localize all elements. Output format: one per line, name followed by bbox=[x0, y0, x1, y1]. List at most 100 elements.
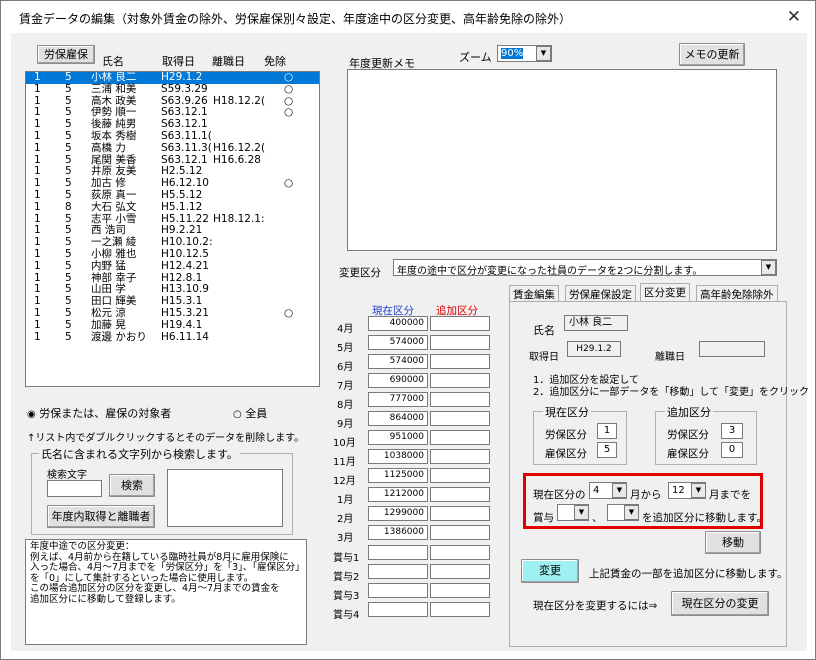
added-amount-field[interactable] bbox=[430, 354, 490, 369]
add-koyo-label: 雇保区分 bbox=[667, 448, 709, 460]
list-cell-acq: S63.11.3( bbox=[161, 141, 212, 154]
chevron-down-icon[interactable]: ▼ bbox=[624, 505, 639, 520]
change-button[interactable]: 変更 bbox=[521, 559, 579, 583]
current-amount-field[interactable]: 864000 bbox=[368, 411, 428, 426]
month-label: 10月 bbox=[333, 438, 356, 449]
bonus-separator: 、 bbox=[592, 512, 603, 524]
year-acq-left-button[interactable]: 年度内取得と離職者 bbox=[47, 505, 155, 528]
chevron-down-icon[interactable]: ▼ bbox=[574, 505, 589, 520]
move-pre-label: 現在区分の bbox=[533, 489, 586, 501]
list-item[interactable]: 1 5 渡邊 かおり H6.11.14 bbox=[26, 330, 319, 344]
change-current-kubun-button[interactable]: 現在区分の変更 bbox=[671, 591, 769, 616]
added-amount-field[interactable] bbox=[430, 602, 490, 617]
memo-textarea[interactable] bbox=[347, 69, 777, 251]
note-textbox[interactable]: 年度中途での区分変更： 例えば、4月前から在籍している臨時社員が8月に雇用保険に… bbox=[25, 539, 307, 645]
added-amount-field[interactable] bbox=[430, 583, 490, 598]
zoom-label: ズーム bbox=[459, 51, 492, 64]
month-label: 8月 bbox=[337, 400, 354, 411]
delete-hint: ↑リスト内でダブルクリックするとそのデータを削除します。 bbox=[27, 433, 305, 444]
added-amount-field[interactable] bbox=[430, 506, 490, 521]
added-amount-field[interactable] bbox=[430, 316, 490, 331]
employee-list[interactable]: 1 5 小林 良二 H29.1.2 ○ 1 5 三浦 和美 S59.3.29 ○ 1 5 高木 政美 S6… bbox=[25, 71, 320, 387]
added-amount-field[interactable] bbox=[430, 373, 490, 388]
current-amount-field[interactable] bbox=[368, 583, 428, 598]
panel-left-value bbox=[699, 341, 765, 357]
from-month-value: 4 bbox=[593, 485, 600, 496]
tab-kubun-change[interactable]: 区分変更 bbox=[640, 283, 690, 302]
cur-koyo-value[interactable]: 5 bbox=[597, 442, 617, 458]
added-amount-field[interactable] bbox=[430, 411, 490, 426]
chevron-down-icon[interactable]: ▼ bbox=[761, 260, 776, 275]
rouho-koyo-header-button[interactable]: 労保雇保 bbox=[37, 45, 95, 64]
search-result-box[interactable] bbox=[167, 469, 283, 527]
list-cell-b: 5 bbox=[65, 188, 72, 201]
list-cell-b: 5 bbox=[65, 318, 72, 331]
current-amount-field[interactable]: 1038000 bbox=[368, 449, 428, 464]
added-amount-field[interactable] bbox=[430, 525, 490, 540]
list-cell-left: H16.6.28 bbox=[213, 153, 261, 166]
radio-unselected-icon: ○ bbox=[233, 409, 242, 420]
current-amount-field[interactable]: 400000 bbox=[368, 316, 428, 331]
move-button[interactable]: 移動 bbox=[705, 531, 761, 554]
current-amount-field[interactable]: 1299000 bbox=[368, 506, 428, 521]
memo-update-button[interactable]: メモの更新 bbox=[679, 43, 745, 66]
list-cell-acq: H19.4.1 bbox=[161, 318, 203, 331]
current-amount-field[interactable]: 574000 bbox=[368, 335, 428, 350]
chevron-down-icon[interactable]: ▼ bbox=[691, 483, 706, 498]
chevron-down-icon[interactable]: ▼ bbox=[612, 483, 627, 498]
cur-rousa-label: 労保区分 bbox=[545, 429, 587, 441]
added-amount-field[interactable] bbox=[430, 487, 490, 502]
list-item[interactable]: 1 5 内野 猛 H12.4.21 bbox=[26, 259, 319, 273]
list-cell-acq: S63.11.1( bbox=[161, 129, 212, 142]
list-cell-a: 1 bbox=[34, 129, 41, 142]
list-cell-ex: ○ bbox=[284, 177, 294, 190]
search-button[interactable]: 検索 bbox=[109, 474, 155, 497]
list-item[interactable]: 1 5 加藤 晃 H19.4.1 bbox=[26, 318, 319, 332]
current-amount-field[interactable]: 1212000 bbox=[368, 487, 428, 502]
current-amount-field[interactable]: 574000 bbox=[368, 354, 428, 369]
added-amount-field[interactable] bbox=[430, 564, 490, 579]
close-icon[interactable]: ✕ bbox=[787, 7, 801, 27]
list-item[interactable]: 1 5 荻原 真一 H5.5.12 bbox=[26, 188, 319, 202]
current-amount-field[interactable]: 690000 bbox=[368, 373, 428, 388]
added-amount-field[interactable] bbox=[430, 335, 490, 350]
list-item[interactable]: 1 5 坂本 秀樹 S63.11.1( bbox=[26, 129, 319, 143]
list-cell-b: 5 bbox=[65, 129, 72, 142]
current-amount-field[interactable] bbox=[368, 602, 428, 617]
tab-wage-edit[interactable]: 賃金編集 bbox=[509, 285, 559, 302]
change-current-desc: 現在区分を変更するには⇒ bbox=[533, 600, 658, 612]
cur-rousa-value[interactable]: 1 bbox=[597, 423, 617, 439]
kubun-select[interactable]: 年度の途中で区分が変更になった社員のデータを2つに分割します。 bbox=[393, 259, 777, 277]
current-amount-field[interactable]: 1125000 bbox=[368, 468, 428, 483]
current-amount-field[interactable]: 1386000 bbox=[368, 525, 428, 540]
list-item[interactable]: 1 5 三浦 和美 S59.3.29 ○ bbox=[26, 82, 319, 96]
list-cell-acq: S59.3.29 bbox=[161, 82, 208, 95]
added-amount-field[interactable] bbox=[430, 430, 490, 445]
list-item[interactable]: 1 5 小柳 雅也 H10.12.5 bbox=[26, 248, 319, 261]
add-rousa-value[interactable]: 3 bbox=[721, 423, 743, 439]
current-amount-field[interactable] bbox=[368, 564, 428, 579]
list-cell-ex: ○ bbox=[284, 106, 294, 119]
add-koyo-value[interactable]: 0 bbox=[721, 442, 743, 458]
list-cell-acq: H6.11.14 bbox=[161, 330, 209, 343]
list-item[interactable]: 1 5 高橋 力 S63.11.3(H16.12.2( bbox=[26, 141, 319, 155]
current-amount-field[interactable]: 951000 bbox=[368, 430, 428, 445]
list-cell-name: 内野 猛 bbox=[91, 259, 126, 272]
tab-rouho-koyo-setting[interactable]: 労保雇保設定 bbox=[565, 285, 636, 302]
added-amount-field[interactable] bbox=[430, 392, 490, 407]
radio-all[interactable]: ○ 全員 bbox=[233, 405, 267, 421]
list-item[interactable]: 1 8 大石 弘文 H5.1.12 bbox=[26, 201, 319, 214]
chevron-down-icon[interactable]: ▼ bbox=[536, 46, 551, 61]
list-item[interactable]: 1 5 松元 涼 H15.3.21 ○ bbox=[26, 307, 319, 320]
added-amount-field[interactable] bbox=[430, 449, 490, 464]
month-label: 11月 bbox=[333, 457, 356, 468]
radio-target-only[interactable]: ◉ 労保または、雇保の対象者 bbox=[27, 405, 171, 421]
tab-elderly-exempt[interactable]: 高年齢免除除外 bbox=[696, 285, 778, 302]
month-label: 6月 bbox=[337, 362, 354, 373]
added-amount-field[interactable] bbox=[430, 468, 490, 483]
added-amount-field[interactable] bbox=[430, 545, 490, 560]
list-cell-acq: H12.4.21 bbox=[161, 259, 209, 272]
current-amount-field[interactable] bbox=[368, 545, 428, 560]
current-amount-field[interactable]: 777000 bbox=[368, 392, 428, 407]
search-input[interactable] bbox=[47, 480, 102, 497]
